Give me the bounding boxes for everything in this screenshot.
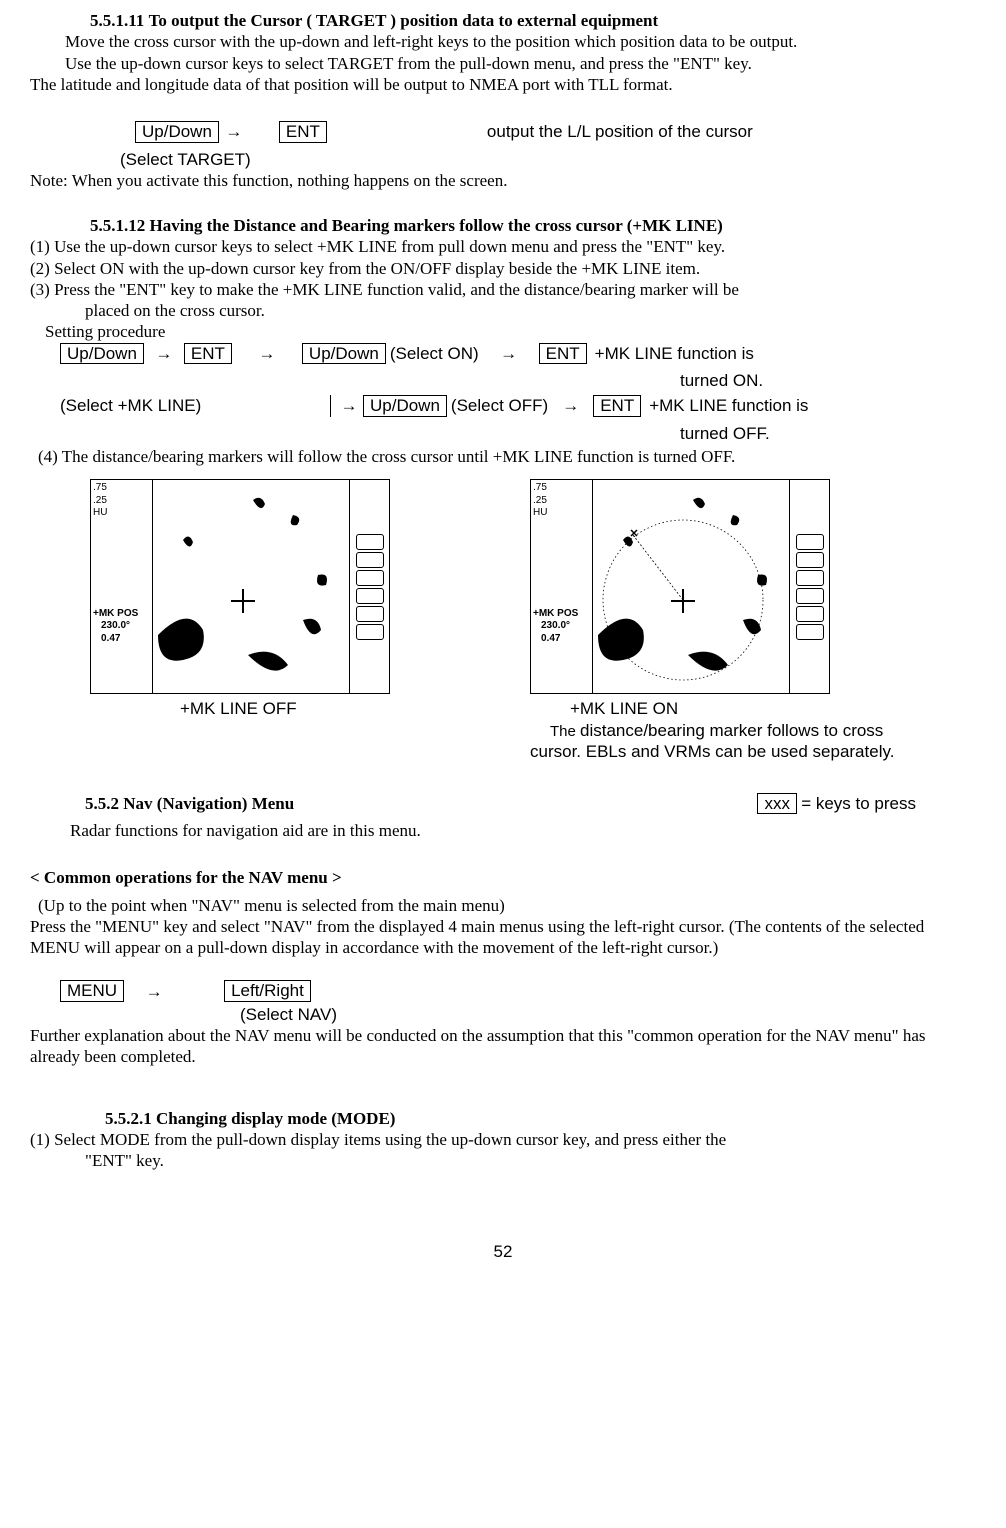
result-text: turned ON. bbox=[680, 370, 976, 391]
arrow: → bbox=[124, 981, 184, 1002]
result-text: +MK LINE function is bbox=[641, 395, 808, 416]
paragraph: The latitude and longitude data of that … bbox=[30, 74, 976, 95]
key-hint-box: xxx bbox=[757, 793, 797, 815]
arrow: → bbox=[232, 343, 302, 364]
section-number: 5.5.2 bbox=[85, 794, 119, 813]
paragraph: Use the up-down cursor keys to select TA… bbox=[65, 53, 976, 74]
radar-echoes bbox=[593, 480, 791, 693]
section-number: 5.5.1.12 bbox=[90, 216, 145, 235]
panel-slot bbox=[356, 588, 384, 604]
select-mkline: (Select +MK LINE) bbox=[60, 395, 220, 416]
paragraph: Radar functions for navigation aid are i… bbox=[70, 820, 976, 841]
list-item: (4) The distance/bearing markers will fo… bbox=[38, 446, 976, 467]
mk-distance: 0.47 bbox=[93, 633, 150, 646]
list-item-cont: placed on the cross cursor. bbox=[85, 300, 976, 321]
list-item: (3) Press the "ENT" key to make the +MK … bbox=[30, 279, 976, 300]
arrow: → bbox=[330, 395, 363, 416]
note: Note: When you activate this function, n… bbox=[30, 170, 976, 191]
select-nav: (Select NAV) bbox=[240, 1004, 976, 1025]
arrow: → bbox=[548, 395, 593, 416]
radar-mode: HU bbox=[93, 507, 150, 520]
radar-caption: +MK LINE OFF bbox=[180, 698, 460, 719]
section-title: Changing display mode (MODE) bbox=[156, 1109, 395, 1128]
radar-range: .75 bbox=[533, 482, 590, 495]
key-hint: = keys to press bbox=[801, 794, 916, 813]
radar-on: .75 .25 HU +MK POS 230.0° 0.47 bbox=[530, 479, 900, 762]
arrow: → bbox=[219, 121, 249, 142]
key-ent: ENT bbox=[539, 343, 587, 365]
section-heading: 5.5.2.1 Changing display mode (MODE) bbox=[105, 1108, 976, 1129]
key-leftright: Left/Right bbox=[224, 980, 311, 1002]
section-title: Nav (Navigation) Menu bbox=[123, 794, 294, 813]
paragraph: (Up to the point when "NAV" menu is sele… bbox=[38, 895, 976, 916]
panel-slot bbox=[796, 606, 824, 622]
arrow: → bbox=[479, 343, 539, 364]
mk-pos-label: +MK POS bbox=[93, 608, 150, 621]
sub-heading: < Common operations for the NAV menu > bbox=[30, 867, 976, 888]
panel-slot bbox=[356, 624, 384, 640]
list-item-cont: "ENT" key. bbox=[85, 1150, 976, 1171]
key-updown: Up/Down bbox=[302, 343, 386, 365]
radar-ring: .25 bbox=[93, 495, 150, 508]
paragraph: Move the cross cursor with the up-down a… bbox=[65, 31, 976, 52]
key-updown: Up/Down bbox=[60, 343, 144, 365]
label: Setting procedure bbox=[45, 321, 976, 342]
section-number: 5.5.1.11 bbox=[90, 11, 144, 30]
key-ent: ENT bbox=[279, 121, 327, 143]
section-heading: 5.5.1.11 To output the Cursor ( TARGET )… bbox=[90, 10, 976, 31]
list-item: (1) Use the up-down cursor keys to selec… bbox=[30, 236, 976, 257]
section-title: Having the Distance and Bearing markers … bbox=[150, 216, 723, 235]
panel-slot bbox=[796, 624, 824, 640]
radar-ring: .25 bbox=[533, 495, 590, 508]
radar-mode: HU bbox=[533, 507, 590, 520]
mk-distance: 0.47 bbox=[533, 633, 590, 646]
radar-off: .75 .25 HU +MK POS 230.0° 0.47 bbox=[90, 479, 460, 762]
list-item: (1) Select MODE from the pull-down displ… bbox=[30, 1129, 976, 1150]
select-on: (Select ON) bbox=[386, 343, 479, 364]
result-text: turned OFF. bbox=[680, 423, 976, 444]
paragraph: Press the "MENU" key and select "NAV" fr… bbox=[30, 916, 976, 959]
mk-bearing: 230.0° bbox=[93, 620, 150, 633]
panel-slot bbox=[356, 552, 384, 568]
radar-echoes bbox=[153, 480, 351, 693]
radar-desc: distance/bearing marker follows to cross bbox=[580, 721, 883, 740]
select-label: (Select TARGET) bbox=[120, 149, 976, 170]
key-ent: ENT bbox=[184, 343, 232, 365]
key-menu: MENU bbox=[60, 980, 124, 1002]
panel-slot bbox=[356, 606, 384, 622]
section-heading: 5.5.1.12 Having the Distance and Bearing… bbox=[90, 215, 976, 236]
list-item: (2) Select ON with the up-down cursor ke… bbox=[30, 258, 976, 279]
key-updown: Up/Down bbox=[363, 395, 447, 417]
key-updown: Up/Down bbox=[135, 121, 219, 143]
radar-row: .75 .25 HU +MK POS 230.0° 0.47 bbox=[90, 479, 976, 762]
result-text: +MK LINE function is bbox=[587, 343, 754, 364]
panel-slot bbox=[796, 552, 824, 568]
key-ent: ENT bbox=[593, 395, 641, 417]
cross-cursor-v bbox=[682, 589, 684, 613]
panel-slot bbox=[356, 570, 384, 586]
panel-slot bbox=[796, 588, 824, 604]
panel-slot bbox=[796, 570, 824, 586]
paragraph: Further explanation about the NAV menu w… bbox=[30, 1025, 976, 1068]
panel-slot bbox=[796, 534, 824, 550]
cross-cursor-v bbox=[242, 589, 244, 613]
radar-caption: +MK LINE ON bbox=[570, 698, 900, 719]
mk-bearing: 230.0° bbox=[533, 620, 590, 633]
page-number: 52 bbox=[30, 1241, 976, 1262]
result-text: output the L/L position of the cursor bbox=[487, 121, 753, 142]
arrow: → bbox=[144, 343, 184, 364]
section-title: To output the Cursor ( TARGET ) position… bbox=[149, 11, 659, 30]
radar-desc: cursor. EBLs and VRMs can be used separa… bbox=[530, 741, 900, 762]
section-number: 5.5.2.1 bbox=[105, 1109, 152, 1128]
radar-range: .75 bbox=[93, 482, 150, 495]
mk-pos-label: +MK POS bbox=[533, 608, 590, 621]
select-off: (Select OFF) bbox=[447, 395, 548, 416]
panel-slot bbox=[356, 534, 384, 550]
